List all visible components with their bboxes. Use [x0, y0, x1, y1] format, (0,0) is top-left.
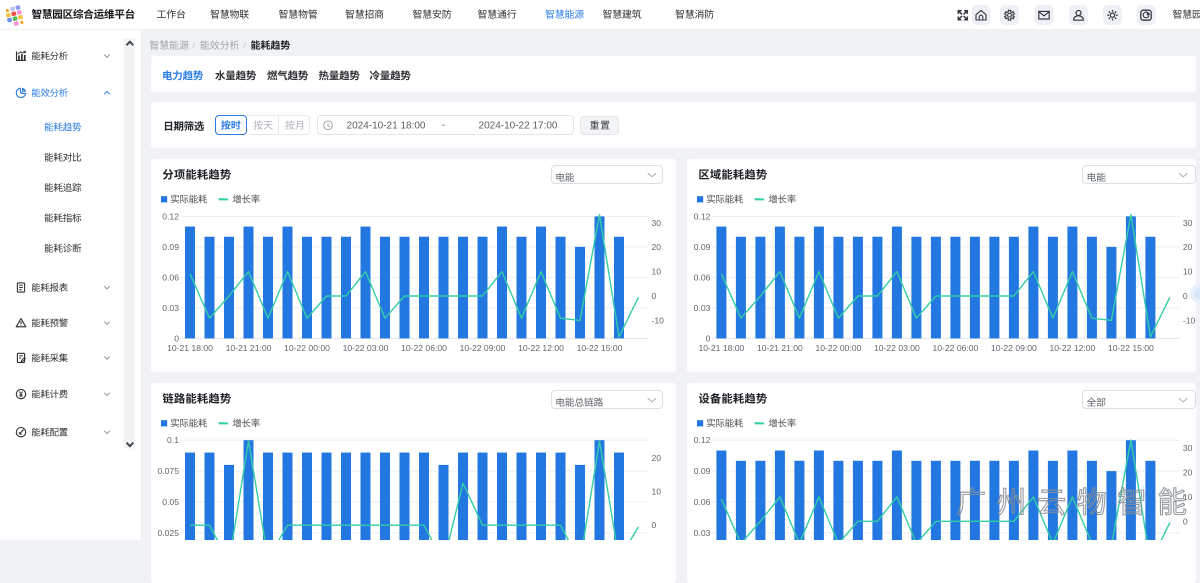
svg-text:0.06: 0.06 [162, 272, 179, 282]
svg-text:0.1: 0.1 [167, 435, 179, 445]
svg-text:0.05: 0.05 [162, 497, 179, 507]
svg-text:10-22 06:00: 10-22 06:00 [401, 343, 447, 353]
svg-text:0.09: 0.09 [694, 466, 711, 476]
svg-text:20: 20 [652, 242, 662, 252]
svg-text:-10: -10 [652, 315, 665, 325]
svg-text:20: 20 [1183, 242, 1193, 252]
svg-text:10-22 00:00: 10-22 00:00 [284, 343, 330, 353]
svg-text:0.12: 0.12 [694, 435, 711, 445]
svg-text:10-22 09:00: 10-22 09:00 [460, 343, 506, 353]
svg-text:0: 0 [652, 520, 657, 530]
svg-text:0.12: 0.12 [162, 211, 179, 221]
svg-text:2024-10-21 18:00: 2024-10-21 18:00 [347, 121, 426, 132]
svg-text:10-21 21:00: 10-21 21:00 [226, 343, 272, 353]
svg-text:10-22 15:00: 10-22 15:00 [1108, 343, 1154, 353]
svg-text:0.09: 0.09 [162, 242, 179, 252]
svg-text:30: 30 [1183, 218, 1193, 228]
svg-text:30: 30 [652, 218, 662, 228]
svg-text:20: 20 [652, 453, 662, 463]
svg-text:10-21 18:00: 10-21 18:00 [167, 343, 213, 353]
svg-text:10-22 00:00: 10-22 00:00 [815, 343, 861, 353]
svg-text:0.03: 0.03 [162, 303, 179, 313]
svg-text:/: / [192, 41, 195, 52]
svg-text:2024-10-22 17:00: 2024-10-22 17:00 [479, 121, 558, 132]
svg-text:10-22 06:00: 10-22 06:00 [932, 343, 978, 353]
svg-text:10-22 03:00: 10-22 03:00 [343, 343, 389, 353]
svg-text:10-22 15:00: 10-22 15:00 [577, 343, 623, 353]
svg-text:0.06: 0.06 [694, 497, 711, 507]
svg-text:0.025: 0.025 [157, 528, 179, 538]
svg-text:10-21 21:00: 10-21 21:00 [757, 343, 803, 353]
svg-text:/: / [243, 41, 246, 52]
svg-text:0.03: 0.03 [694, 303, 711, 313]
svg-text:10-22 12:00: 10-22 12:00 [518, 343, 564, 353]
svg-text:10: 10 [652, 487, 662, 497]
svg-text:10-22 09:00: 10-22 09:00 [991, 343, 1037, 353]
svg-text:10: 10 [652, 267, 662, 277]
svg-text:0.03: 0.03 [694, 528, 711, 538]
svg-text:-10: -10 [1183, 315, 1196, 325]
svg-text:-: - [442, 120, 445, 131]
svg-text:10-22 12:00: 10-22 12:00 [1049, 343, 1095, 353]
svg-text:30: 30 [1183, 443, 1193, 453]
svg-text:0.09: 0.09 [694, 242, 711, 252]
svg-text:10-21 18:00: 10-21 18:00 [698, 343, 744, 353]
svg-text:0: 0 [652, 291, 657, 301]
svg-text:20: 20 [1183, 468, 1193, 478]
svg-text:10-22 03:00: 10-22 03:00 [874, 343, 920, 353]
svg-text:0: 0 [1183, 291, 1188, 301]
svg-text:10: 10 [1183, 267, 1193, 277]
svg-text:0.075: 0.075 [157, 466, 179, 476]
svg-text:0: 0 [1183, 516, 1188, 526]
svg-text:0.06: 0.06 [694, 272, 711, 282]
svg-text:0.12: 0.12 [694, 211, 711, 221]
